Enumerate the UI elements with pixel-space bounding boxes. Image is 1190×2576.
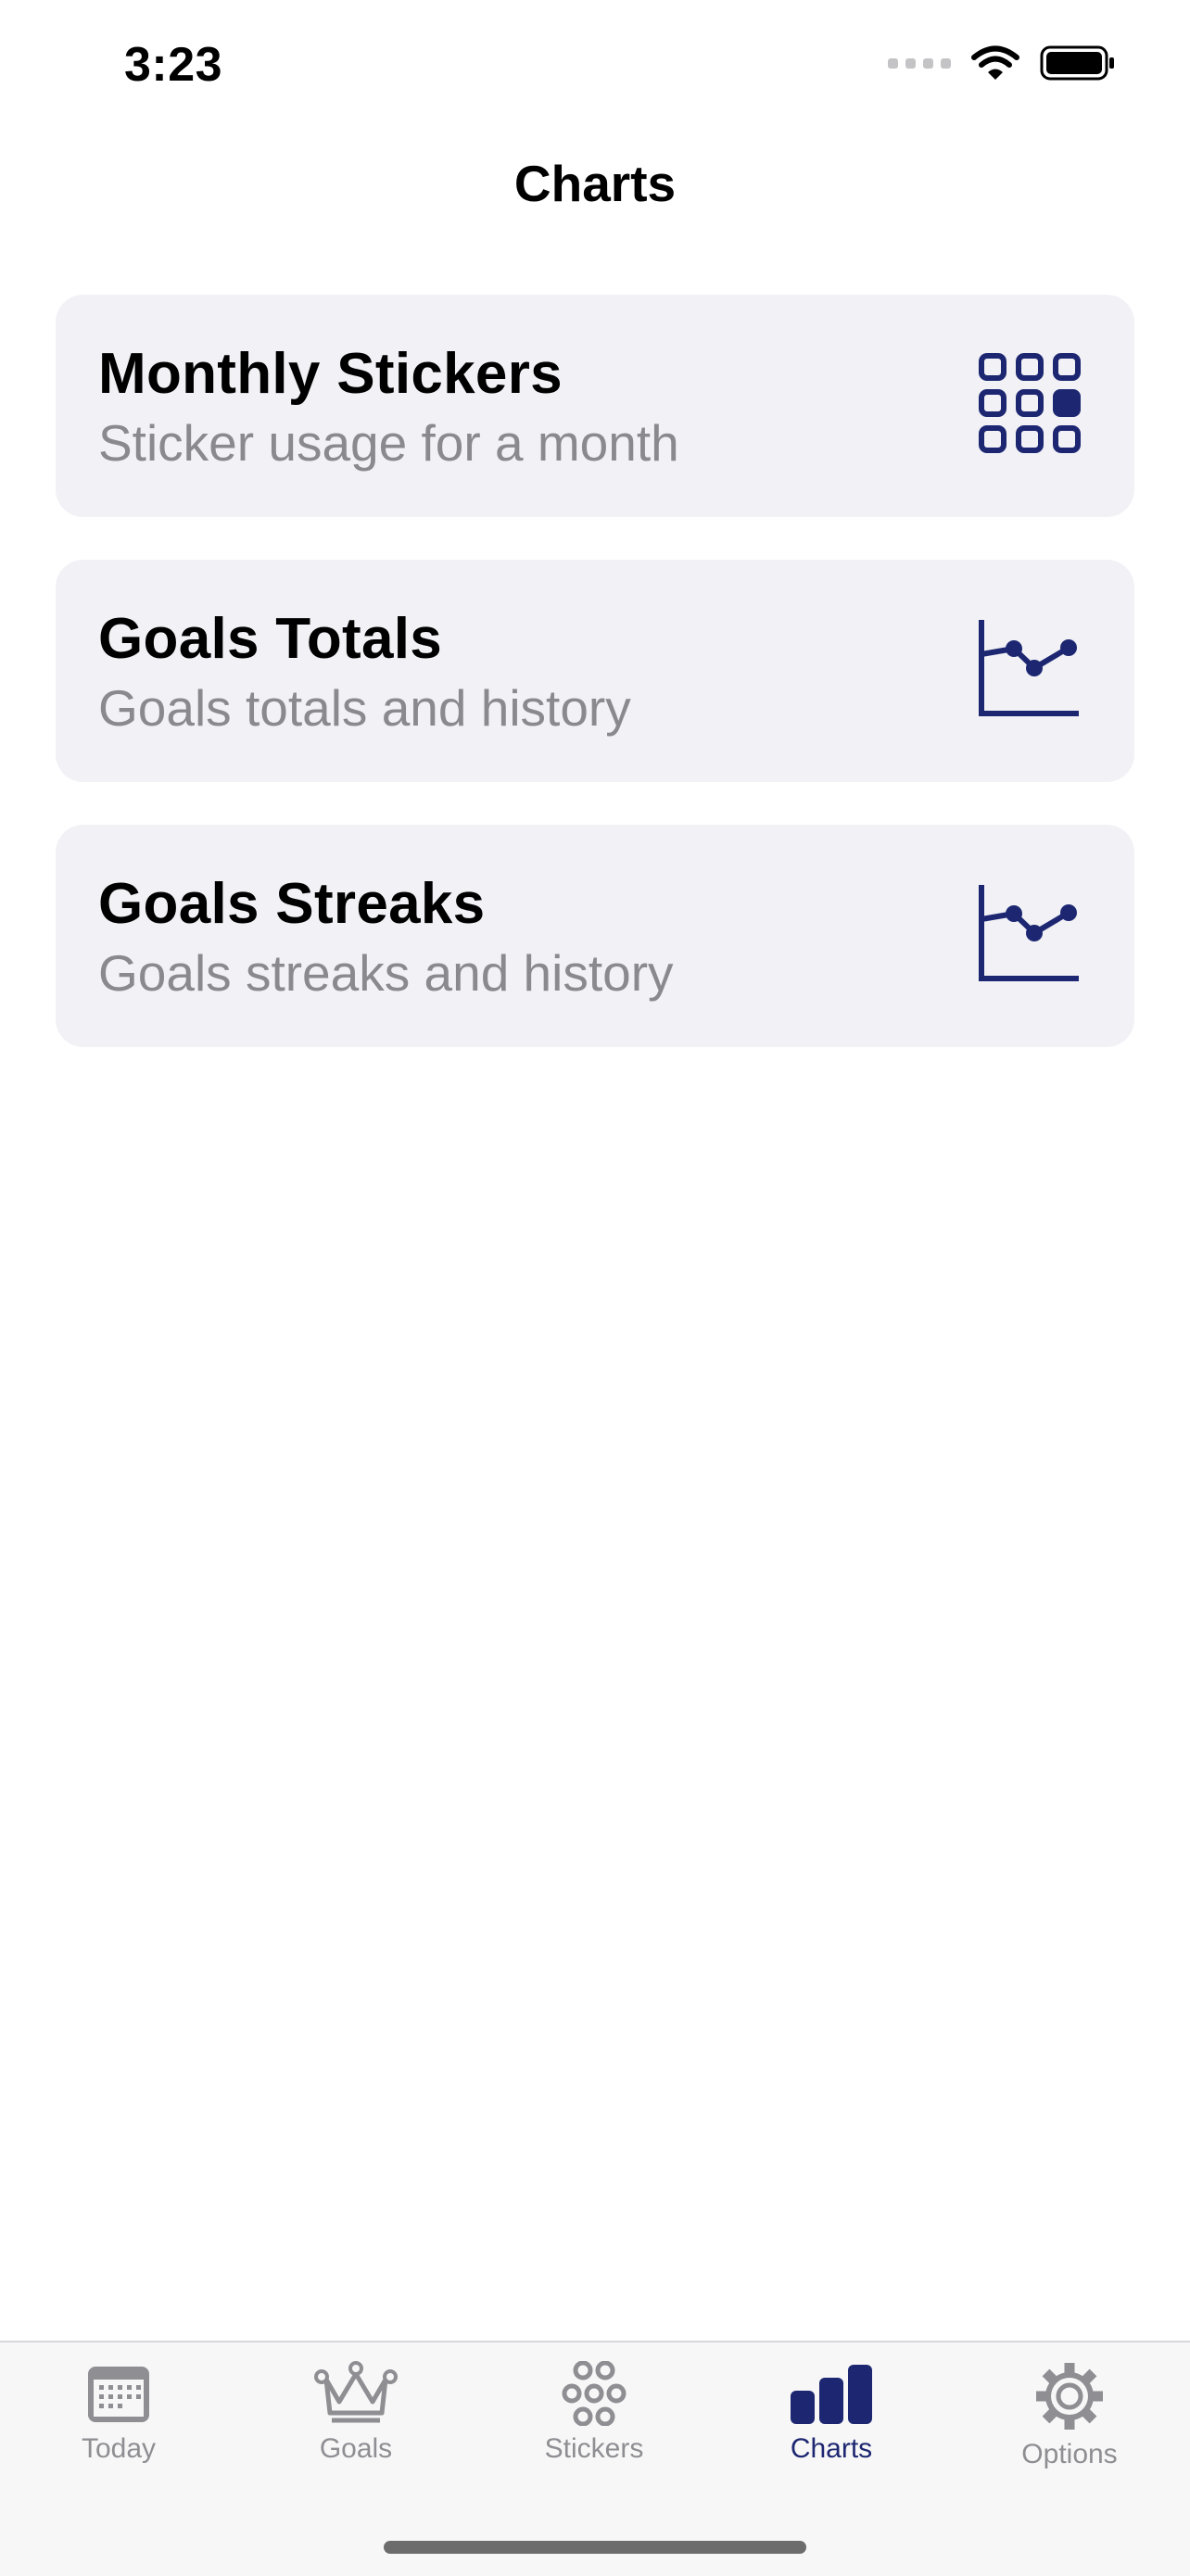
card-subtitle: Sticker usage for a month [98, 414, 679, 472]
tab-charts[interactable]: Charts [739, 2361, 924, 2500]
gear-icon [1036, 2363, 1103, 2430]
tab-today[interactable]: Today [26, 2361, 211, 2500]
tab-label: Charts [790, 2433, 873, 2464]
battery-icon [1040, 45, 1114, 81]
calendar-icon [88, 2367, 149, 2422]
flower-icon [562, 2361, 627, 2426]
cellular-signal-icon [888, 57, 951, 69]
line-chart-icon [979, 620, 1079, 716]
tab-stickers[interactable]: Stickers [501, 2361, 687, 2500]
card-title: Monthly Stickers [98, 342, 563, 406]
tab-label: Stickers [544, 2433, 644, 2464]
tab-label: Today [81, 2433, 157, 2464]
line-chart-icon [979, 885, 1079, 981]
wifi-icon [971, 45, 1019, 80]
bar-chart-icon [791, 2365, 872, 2424]
monthly-stickers-card[interactable]: Monthly Stickers Sticker usage for a mon… [56, 295, 1134, 517]
status-bar: 3:23 [0, 0, 1190, 130]
status-icons [888, 44, 1116, 82]
card-subtitle: Goals totals and history [98, 679, 631, 737]
tab-goals[interactable]: Goals [263, 2361, 449, 2500]
status-time: 3:23 [124, 38, 223, 92]
goals-totals-card[interactable]: Goals Totals Goals totals and history [56, 560, 1134, 782]
crown-icon [314, 2361, 398, 2423]
home-indicator [384, 2541, 806, 2554]
tab-label: Options [1021, 2439, 1118, 2469]
grid-icon [979, 353, 1081, 453]
goals-streaks-card[interactable]: Goals Streaks Goals streaks and history [56, 825, 1134, 1047]
tab-bar: Today Goals Stickers Charts Options [0, 2341, 1190, 2576]
page-title: Charts [513, 155, 677, 212]
tab-options[interactable]: Options [977, 2361, 1162, 2500]
card-title: Goals Totals [98, 607, 443, 671]
card-title: Goals Streaks [98, 872, 486, 936]
card-subtitle: Goals streaks and history [98, 944, 674, 1002]
tab-label: Goals [319, 2433, 393, 2464]
